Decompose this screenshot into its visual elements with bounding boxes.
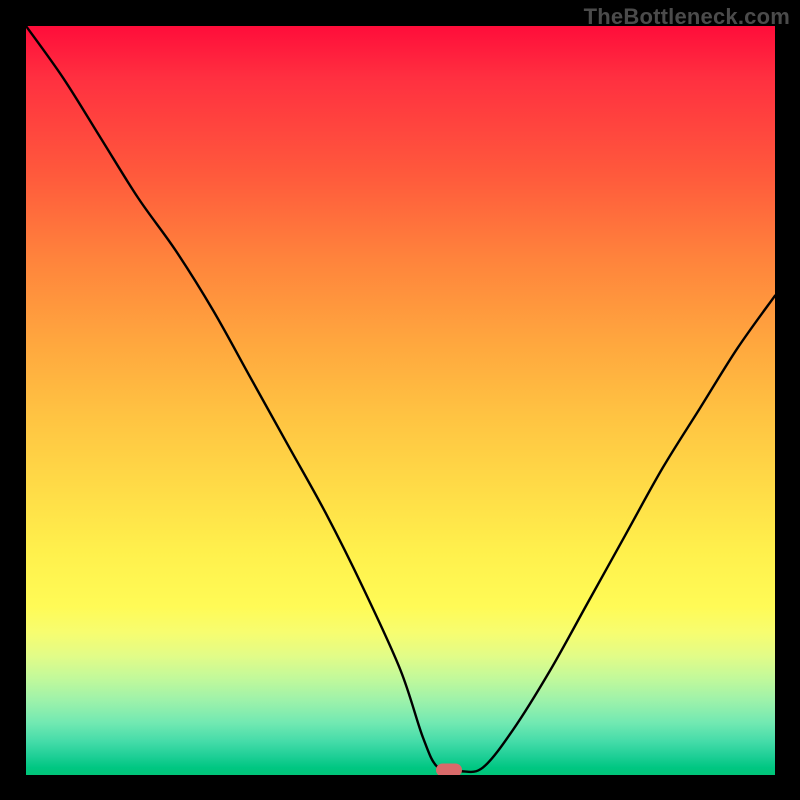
watermark-text: TheBottleneck.com — [584, 4, 790, 30]
plot-area — [26, 26, 775, 775]
bottleneck-curve — [26, 26, 775, 772]
chart-frame: TheBottleneck.com — [0, 0, 800, 800]
curve-svg — [26, 26, 775, 775]
minimum-marker — [436, 763, 462, 775]
